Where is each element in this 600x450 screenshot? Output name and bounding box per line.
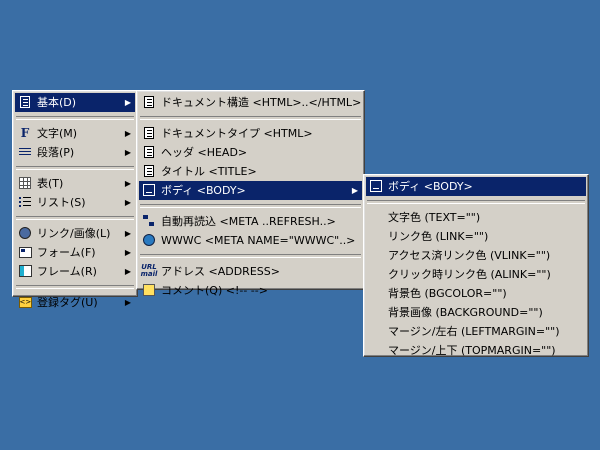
submenu-arrow-icon: ▶: [124, 179, 131, 188]
document-icon: [142, 95, 156, 109]
submenu-arrow-icon: ▶: [124, 129, 131, 138]
separator: [16, 166, 134, 170]
menu-item-topmargin[interactable]: マージン/上下 (TOPMARGIN=""): [366, 341, 586, 360]
registered-tag-icon: <>: [18, 296, 32, 308]
submenu-arrow-icon: ▶: [124, 229, 131, 238]
separator: [140, 254, 361, 258]
menu-item-form[interactable]: フォーム(F) ▶: [15, 243, 135, 262]
menu-item-link-image[interactable]: リンク/画像(L) ▶: [15, 224, 135, 243]
form-icon: [18, 245, 32, 259]
menu-item-list[interactable]: リスト(S) ▶: [15, 193, 135, 212]
document-icon: [142, 164, 156, 178]
refresh-icon: [142, 214, 156, 228]
main-menu: 基本(D) ▶ F 文字(M) ▶ 段落(P) ▶ 表(T) ▶ リスト(S) …: [12, 90, 138, 309]
basic-submenu: ドキュメント構造 <HTML>..</HTML> ドキュメントタイプ <HTML…: [136, 90, 365, 297]
body-submenu: ボディ <BODY> 文字色 (TEXT="") リンク色 (LINK="") …: [363, 174, 589, 357]
menu-item-auto-refresh[interactable]: 自動再読込 <META ..REFRESH..>: [139, 212, 362, 231]
submenu-arrow-icon: ▶: [124, 267, 131, 276]
menu-item-vlink-color[interactable]: アクセス済リンク色 (VLINK=""): [366, 246, 586, 265]
link-icon: [18, 226, 32, 240]
menu-item-title[interactable]: タイトル <TITLE>: [139, 162, 362, 181]
body-icon: [369, 179, 383, 193]
menu-item-frame[interactable]: フレーム(R) ▶: [15, 262, 135, 281]
frame-icon: [18, 264, 32, 278]
menu-item-body-tag[interactable]: ボディ <BODY>: [366, 177, 586, 196]
comment-icon: [142, 283, 156, 297]
paragraph-icon: [18, 145, 32, 159]
document-icon: [142, 126, 156, 140]
menu-item-text-color[interactable]: 文字色 (TEXT=""): [366, 208, 586, 227]
separator: [367, 200, 585, 204]
menu-item-paragraph[interactable]: 段落(P) ▶: [15, 143, 135, 162]
menu-item-bgcolor[interactable]: 背景色 (BGCOLOR=""): [366, 284, 586, 303]
menu-item-document-structure[interactable]: ドキュメント構造 <HTML>..</HTML>: [139, 93, 362, 112]
submenu-arrow-icon: ▶: [124, 198, 131, 207]
menu-item-document-type[interactable]: ドキュメントタイプ <HTML>: [139, 124, 362, 143]
menu-item-registered-tags[interactable]: <> 登録タグ(U) ▶: [15, 293, 135, 312]
menu-item-leftmargin[interactable]: マージン/左右 (LEFTMARGIN=""): [366, 322, 586, 341]
menu-item-wwwc[interactable]: WWWC <META NAME="WWWC"..>: [139, 231, 362, 250]
document-icon: [142, 145, 156, 159]
menu-item-background[interactable]: 背景画像 (BACKGROUND=""): [366, 303, 586, 322]
menu-item-text[interactable]: F 文字(M) ▶: [15, 124, 135, 143]
globe-icon: [142, 233, 156, 247]
body-icon: [142, 183, 156, 197]
separator: [140, 116, 361, 120]
menu-item-comment[interactable]: コメント(Q) <!-- -->: [139, 281, 362, 300]
submenu-arrow-icon: ▶: [124, 98, 131, 107]
separator: [16, 285, 134, 289]
font-icon: F: [20, 125, 30, 140]
menu-item-basic[interactable]: 基本(D) ▶: [15, 93, 135, 112]
submenu-arrow-icon: ▶: [124, 248, 131, 257]
menu-item-body[interactable]: ボディ <BODY> ▶: [139, 181, 362, 200]
separator: [16, 116, 134, 120]
table-icon: [18, 176, 32, 190]
submenu-arrow-icon: ▶: [351, 186, 358, 195]
menu-item-alink-color[interactable]: クリック時リンク色 (ALINK=""): [366, 265, 586, 284]
document-icon: [18, 95, 32, 109]
url-mail-icon: URL mail: [140, 263, 158, 278]
desktop: { "menu1": { "items": [ {"label": "基本(D)…: [0, 0, 600, 450]
submenu-arrow-icon: ▶: [124, 298, 131, 307]
menu-item-table[interactable]: 表(T) ▶: [15, 174, 135, 193]
list-icon: [18, 195, 32, 209]
separator: [16, 216, 134, 220]
separator: [140, 204, 361, 208]
submenu-arrow-icon: ▶: [124, 148, 131, 157]
menu-item-head[interactable]: ヘッダ <HEAD>: [139, 143, 362, 162]
menu-item-address[interactable]: URL mail アドレス <ADDRESS>: [139, 262, 362, 281]
menu-item-link-color[interactable]: リンク色 (LINK=""): [366, 227, 586, 246]
